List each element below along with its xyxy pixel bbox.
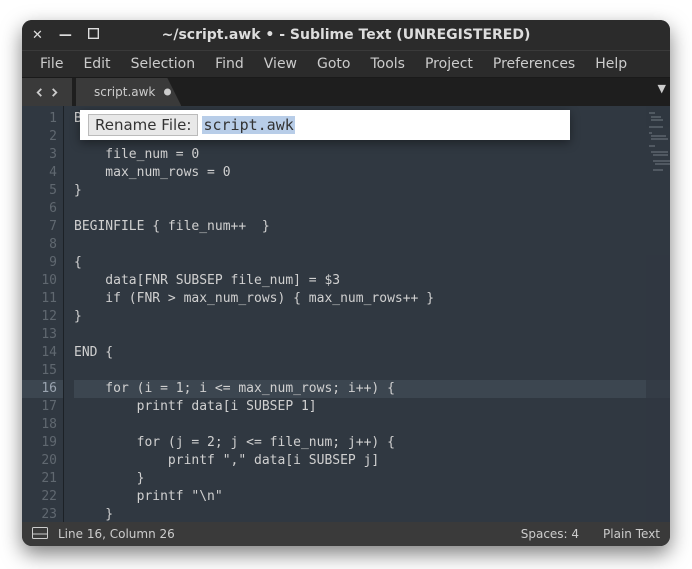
- line-number: 12: [22, 308, 57, 326]
- rename-prompt-label: Rename File:: [88, 114, 198, 136]
- minimap[interactable]: [646, 106, 670, 522]
- line-number: 3: [22, 146, 57, 164]
- rename-input[interactable]: script.awk: [202, 116, 294, 134]
- line-number: 11: [22, 290, 57, 308]
- code-line[interactable]: [74, 200, 670, 218]
- code-line[interactable]: BEGINFILE { file_num++ }: [74, 218, 670, 236]
- code-line[interactable]: file_num = 0: [74, 146, 670, 164]
- window-controls: ✕ —: [32, 28, 132, 43]
- console-icon[interactable]: [32, 527, 48, 542]
- line-number: 6: [22, 200, 57, 218]
- tab-dropdown-icon[interactable]: ▼: [658, 82, 666, 95]
- minimize-icon[interactable]: —: [59, 28, 72, 43]
- history-nav[interactable]: [22, 78, 72, 106]
- line-number: 10: [22, 272, 57, 290]
- tab-label: script.awk: [94, 85, 155, 99]
- code-line[interactable]: }: [74, 182, 670, 200]
- menu-help[interactable]: Help: [587, 54, 635, 74]
- statusbar: Line 16, Column 26 Spaces: 4 Plain Text: [22, 522, 670, 546]
- menu-tools[interactable]: Tools: [362, 54, 413, 74]
- line-number: 16: [22, 380, 63, 398]
- line-number: 21: [22, 470, 57, 488]
- line-number: 1: [22, 110, 57, 128]
- line-number: 18: [22, 416, 57, 434]
- code-line[interactable]: data[FNR SUBSEP file_num] = $3: [74, 272, 670, 290]
- code-line[interactable]: END {: [74, 344, 670, 362]
- rename-file-overlay[interactable]: Rename File: script.awk: [80, 110, 570, 140]
- menu-goto[interactable]: Goto: [309, 54, 358, 74]
- code-area[interactable]: B file_num = 0 max_num_rows = 0} BEGINFI…: [64, 106, 670, 522]
- menu-view[interactable]: View: [256, 54, 305, 74]
- line-number: 9: [22, 254, 57, 272]
- code-line[interactable]: }: [74, 506, 670, 522]
- titlebar: ✕ — ~/script.awk • - Sublime Text (UNREG…: [22, 20, 670, 50]
- code-line[interactable]: [74, 326, 670, 344]
- line-number: 15: [22, 362, 57, 380]
- line-number: 17: [22, 398, 57, 416]
- line-number: 8: [22, 236, 57, 254]
- close-icon[interactable]: ✕: [32, 28, 43, 43]
- tab-dirty-indicator: [164, 89, 171, 96]
- line-number: 5: [22, 182, 57, 200]
- tab-script-awk[interactable]: script.awk: [76, 78, 181, 106]
- line-number: 23: [22, 506, 57, 522]
- line-number: 20: [22, 452, 57, 470]
- code-line[interactable]: if (FNR > max_num_rows) { max_num_rows++…: [74, 290, 670, 308]
- status-syntax[interactable]: Plain Text: [603, 527, 660, 541]
- code-line[interactable]: }: [74, 308, 670, 326]
- line-number: 2: [22, 128, 57, 146]
- code-line[interactable]: [74, 416, 670, 434]
- editor: 1234567891011121314151617181920212223242…: [22, 106, 670, 522]
- code-line[interactable]: [74, 362, 670, 380]
- line-number: 22: [22, 488, 57, 506]
- code-line[interactable]: for (i = 1; i <= max_num_rows; i++) {: [74, 380, 670, 398]
- maximize-icon[interactable]: [88, 28, 99, 43]
- menu-preferences[interactable]: Preferences: [485, 54, 583, 74]
- status-indent[interactable]: Spaces: 4: [521, 527, 579, 541]
- code-line[interactable]: printf "\n": [74, 488, 670, 506]
- menu-project[interactable]: Project: [417, 54, 481, 74]
- code-line[interactable]: [74, 236, 670, 254]
- line-number: 7: [22, 218, 57, 236]
- code-line[interactable]: max_num_rows = 0: [74, 164, 670, 182]
- code-line[interactable]: for (j = 2; j <= file_num; j++) {: [74, 434, 670, 452]
- menubar: File Edit Selection Find View Goto Tools…: [22, 50, 670, 78]
- window-title: ~/script.awk • - Sublime Text (UNREGISTE…: [132, 27, 560, 43]
- code-line[interactable]: printf "," data[i SUBSEP j]: [74, 452, 670, 470]
- code-line[interactable]: printf data[i SUBSEP 1]: [74, 398, 670, 416]
- status-position[interactable]: Line 16, Column 26: [58, 527, 175, 541]
- menu-find[interactable]: Find: [207, 54, 252, 74]
- line-number: 4: [22, 164, 57, 182]
- line-number: 14: [22, 344, 57, 362]
- menu-selection[interactable]: Selection: [123, 54, 204, 74]
- nav-back-icon[interactable]: [35, 88, 44, 97]
- tabbar: script.awk ▼: [22, 78, 670, 106]
- code-line[interactable]: {: [74, 254, 670, 272]
- gutter: 1234567891011121314151617181920212223242…: [22, 106, 64, 522]
- menu-edit[interactable]: Edit: [75, 54, 118, 74]
- nav-forward-icon[interactable]: [50, 88, 59, 97]
- code-line[interactable]: }: [74, 470, 670, 488]
- line-number: 13: [22, 326, 57, 344]
- line-number: 19: [22, 434, 57, 452]
- menu-file[interactable]: File: [32, 54, 71, 74]
- app-window: ✕ — ~/script.awk • - Sublime Text (UNREG…: [22, 20, 670, 546]
